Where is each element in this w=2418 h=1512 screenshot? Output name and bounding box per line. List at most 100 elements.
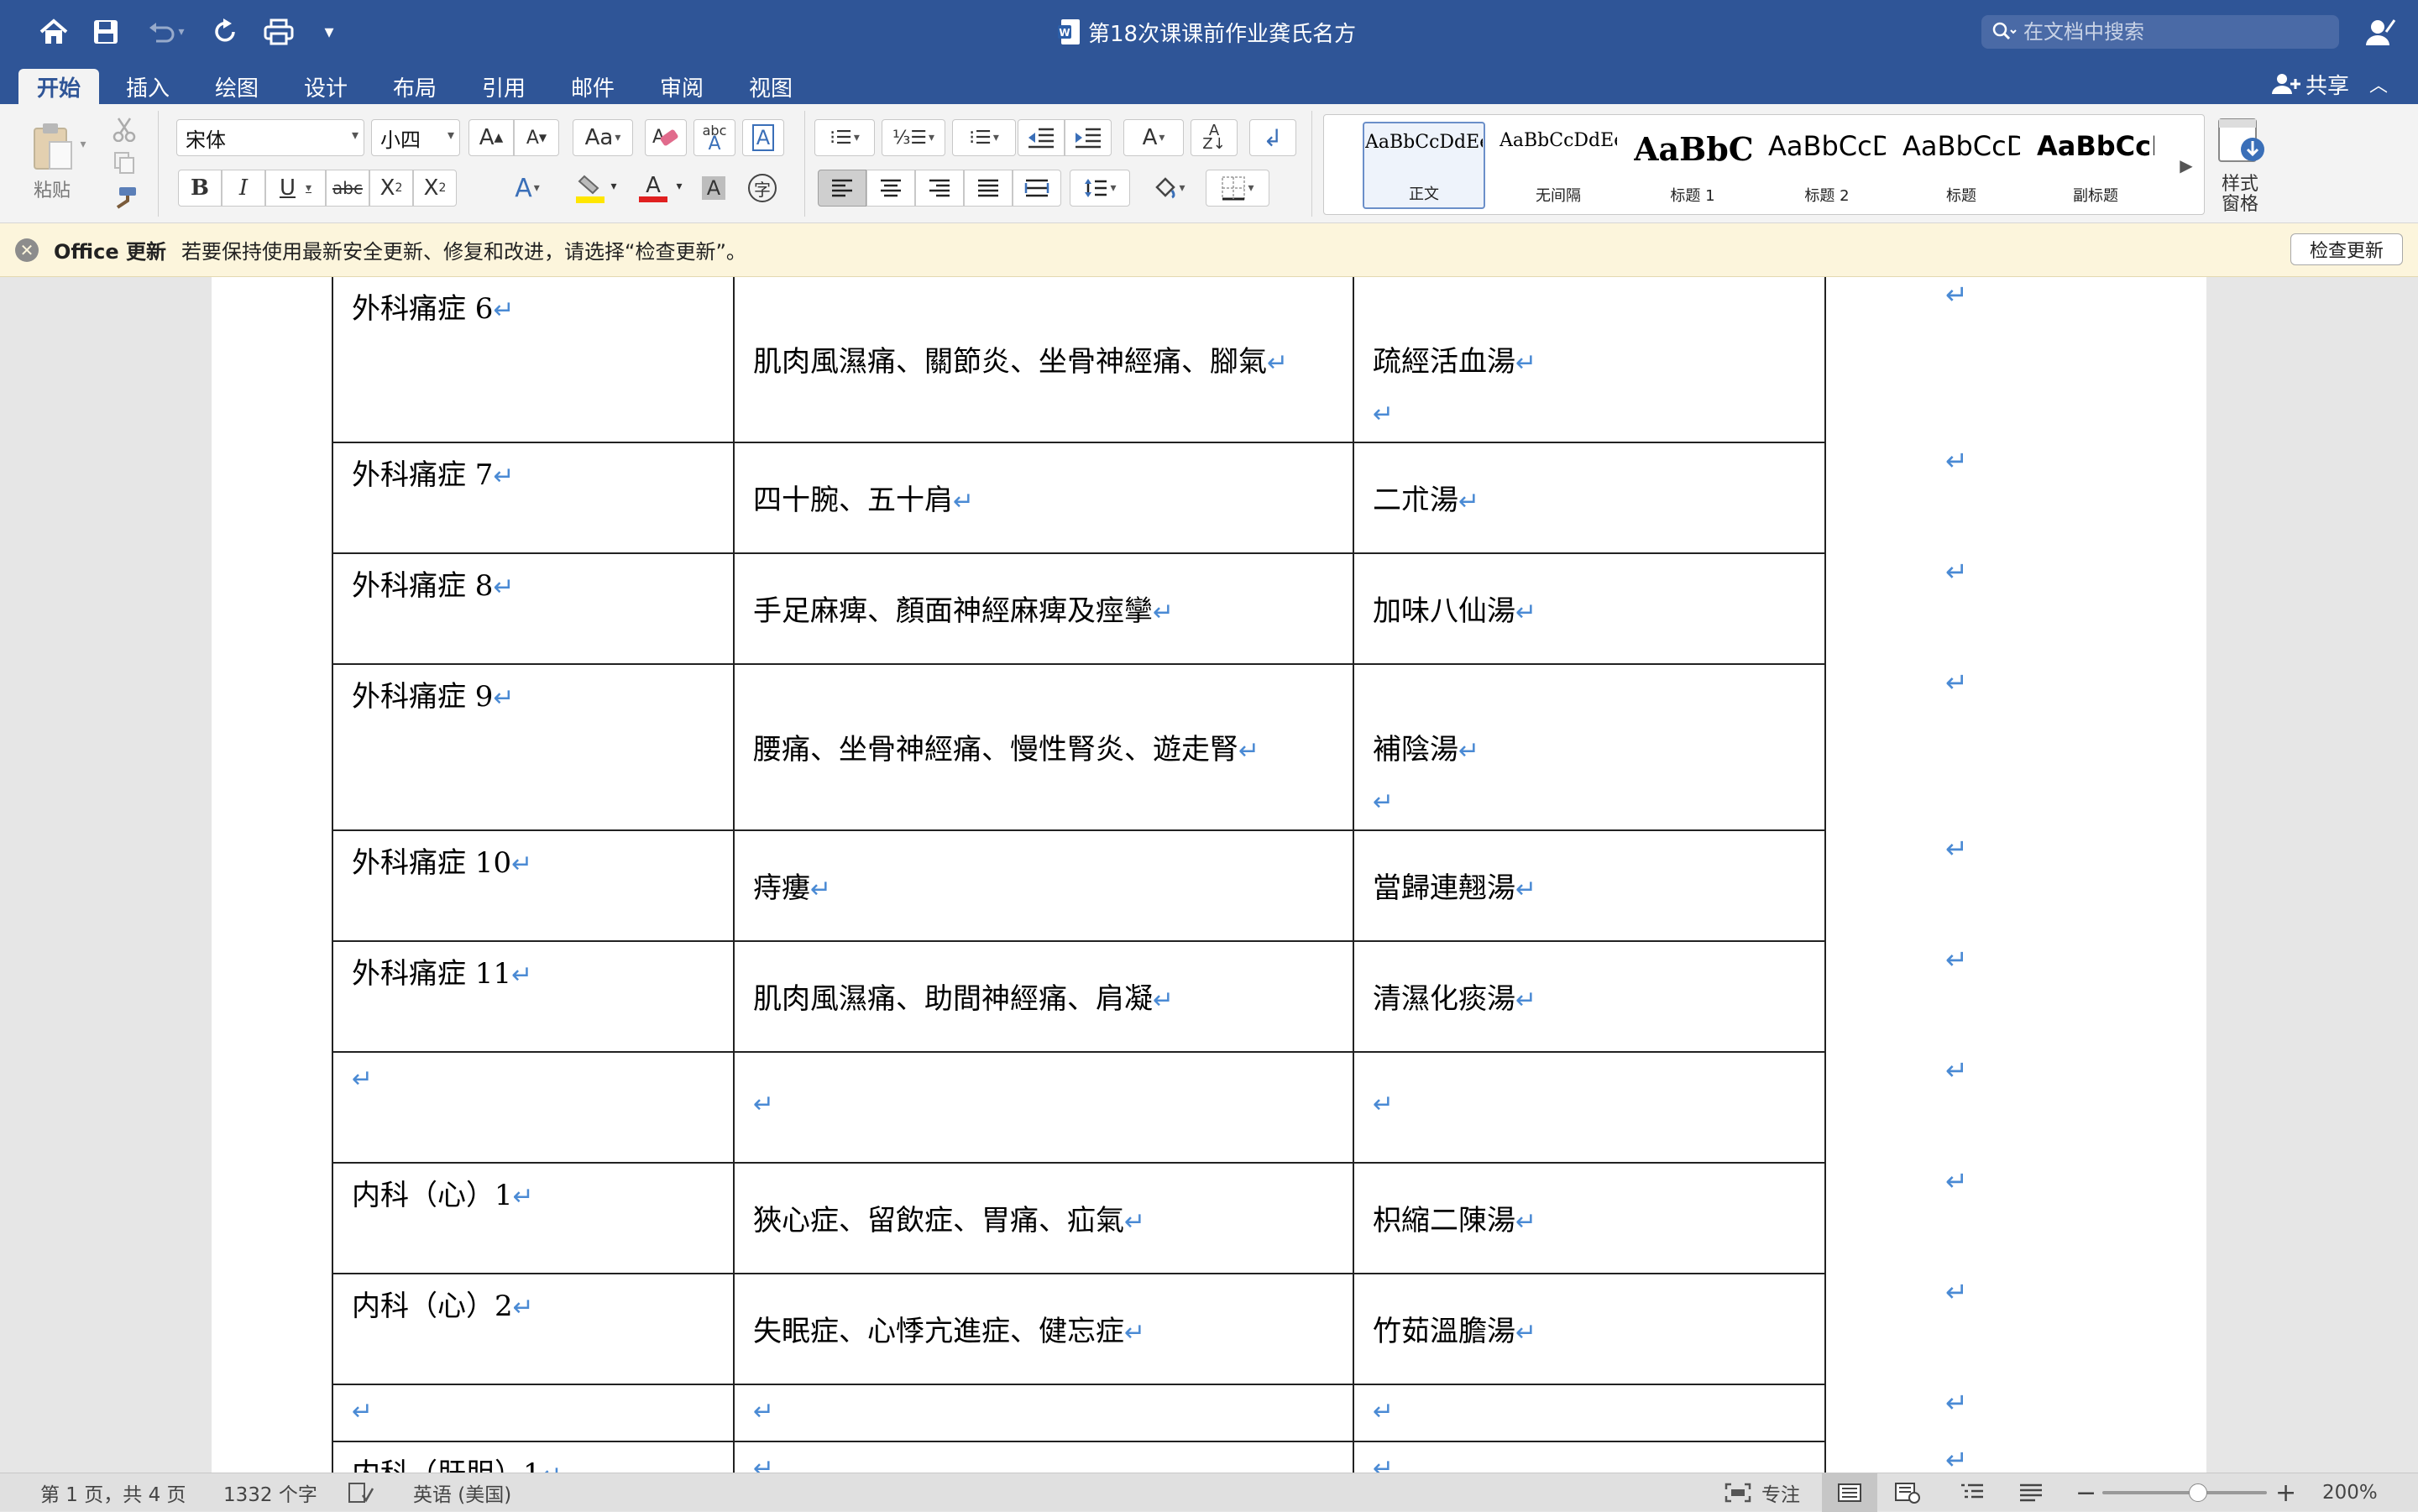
zoom-slider[interactable] (2102, 1473, 2267, 1512)
font-color-button[interactable]: A (628, 170, 678, 207)
multilevel-list-button[interactable]: ⁝☰ ▾ (952, 119, 1016, 156)
table-cell[interactable]: 痔瘻↵ (733, 831, 1353, 940)
table-cell[interactable]: 腰痛、坐骨神經痛、慢性腎炎、遊走腎↵ (733, 665, 1353, 829)
table-cell[interactable]: 外科痛症 8↵ (332, 554, 733, 663)
style-heading-1[interactable]: AaBbCc 标题 1 (1631, 122, 1754, 209)
table-cell[interactable]: 外科痛症 6↵ (332, 277, 733, 442)
tab-home[interactable]: 开始 (18, 69, 99, 104)
styles-pane-icon[interactable] (2213, 114, 2269, 170)
phonetic-guide-icon[interactable]: abc A (693, 119, 735, 156)
document-canvas[interactable]: 外科痛症 6↵ 肌肉風濕痛、關節炎、坐骨神經痛、腳氣↵ 疏經活血湯↵ ↵ ↵ 外科痛症 7… (0, 277, 2418, 1473)
paste-dropdown-icon[interactable]: ▾ (77, 136, 89, 153)
save-icon[interactable] (87, 15, 124, 49)
font-name-select[interactable]: 宋体 ▾ (176, 119, 364, 156)
subscript-button[interactable]: X2 (369, 170, 413, 207)
table-cell[interactable]: 清濕化痰湯↵ (1353, 942, 1826, 1051)
change-case-button[interactable]: Aa ▾ (573, 119, 633, 156)
character-border-icon[interactable]: A (742, 119, 784, 156)
table-cell[interactable]: ↵ (733, 1053, 1353, 1162)
align-center-icon[interactable] (866, 170, 915, 207)
bold-button[interactable]: B (178, 170, 222, 207)
zoom-in-button[interactable]: + (2275, 1473, 2296, 1512)
underline-button[interactable]: U ▾ (265, 170, 326, 207)
text-direction-button[interactable]: A ▾ (1123, 119, 1184, 156)
decrease-indent-icon[interactable] (1018, 119, 1065, 156)
styles-more-icon[interactable]: ▶ (2174, 149, 2199, 182)
numbering-button[interactable]: ⅓☰ ▾ (882, 119, 945, 156)
tab-review[interactable]: 审阅 (648, 69, 715, 104)
enclose-characters-icon[interactable]: 字 (742, 170, 782, 207)
zoom-slider-thumb[interactable] (2189, 1483, 2207, 1502)
copy-icon[interactable] (107, 148, 141, 178)
table-cell[interactable]: 疏經活血湯↵ ↵ (1353, 277, 1826, 442)
style-subtitle[interactable]: AaBbCcD 副标题 (2034, 122, 2157, 209)
show-formatting-marks-icon[interactable]: ↲ (1249, 119, 1296, 156)
print-layout-view-icon[interactable] (1822, 1473, 1877, 1512)
tab-view[interactable]: 视图 (737, 69, 804, 104)
italic-button[interactable]: I (222, 170, 265, 207)
table-cell[interactable]: ↵ (1353, 1385, 1826, 1441)
style-no-spacing[interactable]: AaBbCcDdEe 无间隔 (1497, 122, 1620, 209)
borders-icon[interactable]: ▾ (1206, 170, 1269, 207)
table-cell[interactable]: 當歸連翹湯↵ (1353, 831, 1826, 940)
tab-references[interactable]: 引用 (470, 69, 537, 104)
tab-draw[interactable]: 绘图 (203, 69, 270, 104)
dismiss-icon[interactable]: ✕ (15, 238, 39, 262)
web-layout-view-icon[interactable] (1894, 1473, 1921, 1512)
redo-icon[interactable] (207, 15, 243, 49)
table-cell[interactable]: 外科痛症 7↵ (332, 443, 733, 552)
table-cell[interactable]: 外科痛症 10↵ (332, 831, 733, 940)
document-page[interactable]: 外科痛症 6↵ 肌肉風濕痛、關節炎、坐骨神經痛、腳氣↵ 疏經活血湯↵ ↵ ↵ 外科痛症 7… (212, 277, 2206, 1473)
table-cell[interactable]: 肌肉風濕痛、關節炎、坐骨神經痛、腳氣↵ (733, 277, 1353, 442)
table-cell[interactable]: ↵ (733, 1442, 1353, 1473)
style-heading-2[interactable]: AaBbCcD 标题 2 (1766, 122, 1888, 209)
bullets-button[interactable]: ⁝☰ ▾ (814, 119, 875, 156)
cut-icon[interactable] (107, 112, 141, 146)
undo-icon[interactable]: ▾ (141, 15, 191, 49)
focus-mode-button[interactable]: 专注 (1725, 1473, 1800, 1512)
tab-insert[interactable]: 插入 (114, 69, 181, 104)
highlight-dropdown-icon[interactable]: ▾ (606, 178, 621, 195)
style-normal[interactable]: AaBbCcDdEe 正文 (1363, 122, 1485, 209)
table-cell[interactable]: 加味八仙湯↵ (1353, 554, 1826, 663)
distribute-icon[interactable] (1013, 170, 1061, 207)
paste-button[interactable] (18, 112, 86, 180)
style-title[interactable]: AaBbCcD 标题 (1900, 122, 2023, 209)
strikethrough-button[interactable]: abc (326, 170, 369, 207)
zoom-out-button[interactable]: − (2075, 1473, 2096, 1512)
zoom-level[interactable]: 200% (2322, 1473, 2378, 1512)
table-cell[interactable]: 内科（肝胆）1↵ (332, 1442, 733, 1473)
table-cell[interactable]: 四十腕、五十肩↵ (733, 443, 1353, 552)
outline-view-icon[interactable] (1960, 1473, 1985, 1512)
table-cell[interactable]: 外科痛症 9↵ (332, 665, 733, 829)
table-cell[interactable]: ↵ (1353, 1442, 1826, 1473)
table-cell[interactable]: 肌肉風濕痛、助間神經痛、肩凝↵ (733, 942, 1353, 1051)
table-cell[interactable]: 二朮湯↵ (1353, 443, 1826, 552)
table-cell[interactable]: 内科（心）1↵ (332, 1164, 733, 1273)
table-cell[interactable]: ↵ (332, 1053, 733, 1162)
table-cell[interactable]: 枳縮二陳湯↵ (1353, 1164, 1826, 1273)
proofing-icon[interactable] (348, 1473, 374, 1512)
search-input[interactable] (2023, 20, 2326, 44)
format-painter-icon[interactable] (107, 181, 141, 215)
superscript-button[interactable]: X2 (413, 170, 457, 207)
font-color-dropdown-icon[interactable]: ▾ (672, 178, 687, 195)
table-cell[interactable]: 狹心症、留飲症、胃痛、疝氣↵ (733, 1164, 1353, 1273)
table-cell[interactable]: 内科（心）2↵ (332, 1274, 733, 1384)
justify-icon[interactable] (964, 170, 1013, 207)
customize-toolbar-icon[interactable]: ▾ (311, 15, 348, 49)
table-cell[interactable]: 竹茹溫膽湯↵ (1353, 1274, 1826, 1384)
sort-button[interactable]: A Z↓ (1191, 119, 1238, 156)
share-button[interactable]: 共享 ︿ (2272, 67, 2388, 101)
table-cell[interactable]: ↵ (332, 1385, 733, 1441)
word-count[interactable]: 1332 个字 (223, 1473, 317, 1512)
print-icon[interactable] (260, 15, 297, 49)
increase-indent-icon[interactable] (1065, 119, 1112, 156)
tab-mailings[interactable]: 邮件 (559, 69, 626, 104)
home-icon[interactable] (35, 15, 72, 49)
check-updates-button[interactable]: 检查更新 (2290, 233, 2403, 265)
language-indicator[interactable]: 英语 (美国) (413, 1473, 511, 1512)
table-cell[interactable]: 失眠症、心悸亢進症、健忘症↵ (733, 1274, 1353, 1384)
table-cell[interactable]: 外科痛症 11↵ (332, 942, 733, 1051)
collapse-ribbon-icon[interactable]: ︿ (2369, 71, 2388, 97)
